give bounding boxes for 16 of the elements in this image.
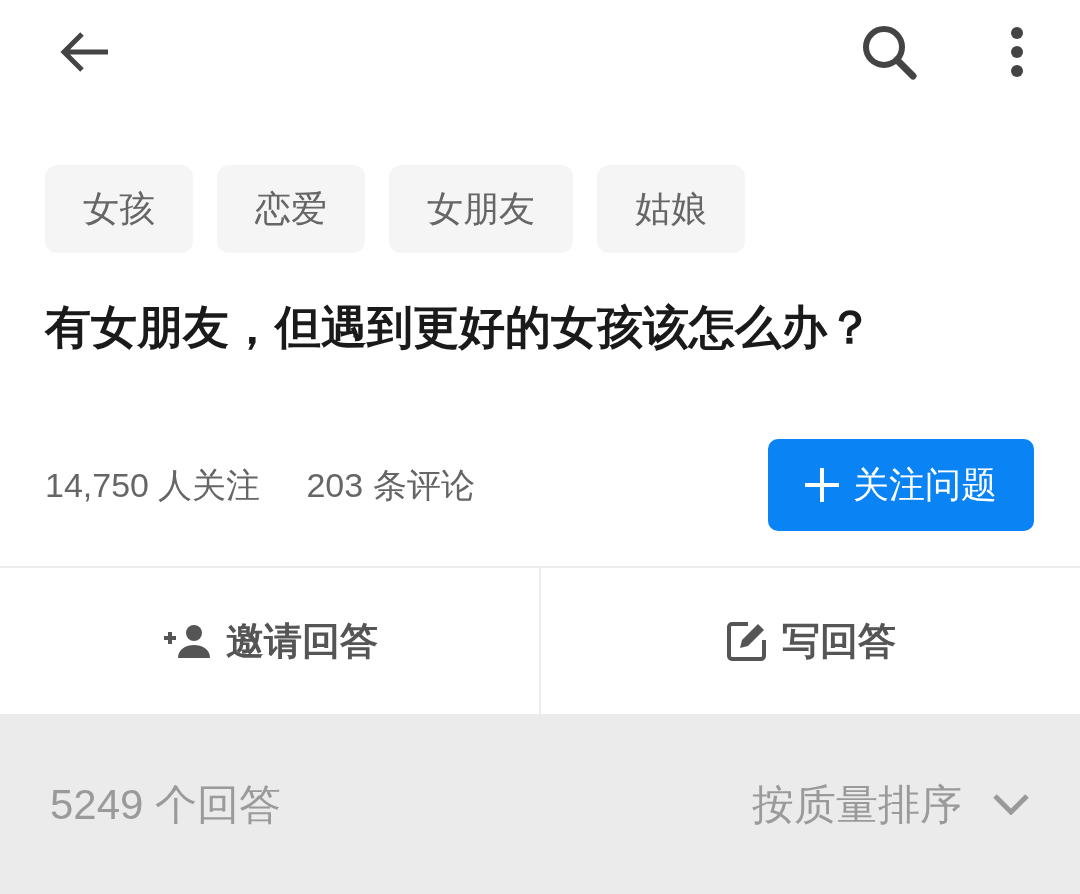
comment-count[interactable]: 203 条评论 — [306, 459, 475, 511]
follow-question-button[interactable]: 关注问题 — [768, 439, 1034, 531]
invite-answer-button[interactable]: 邀请回答 — [0, 568, 539, 714]
follower-count: 14,750 人关注 — [45, 464, 261, 506]
plus-icon — [805, 468, 839, 502]
topic-tag[interactable]: 姑娘 — [597, 165, 745, 253]
topic-tag[interactable]: 恋爱 — [217, 165, 365, 253]
add-person-icon — [161, 624, 212, 658]
question-title: 有女朋友，但遇到更好的女孩该怎么办？ — [43, 300, 874, 355]
answer-count: 5249 个回答 — [50, 779, 282, 830]
more-icon[interactable] — [1010, 27, 1024, 77]
edit-icon — [725, 620, 768, 662]
topic-tag[interactable]: 女孩 — [45, 165, 193, 253]
search-icon[interactable] — [860, 23, 918, 81]
chevron-down-icon — [992, 793, 1030, 815]
topic-tag[interactable]: 女朋友 — [389, 165, 573, 253]
